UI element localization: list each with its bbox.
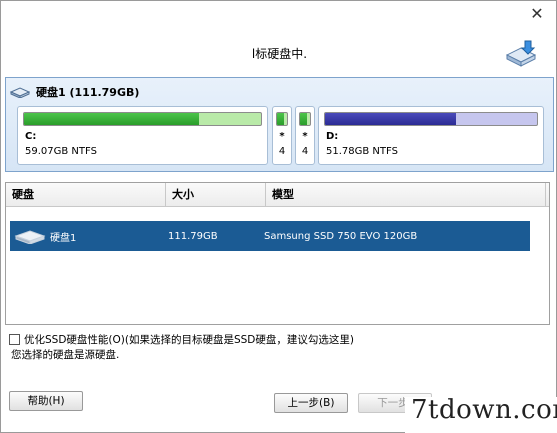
column-header-size[interactable]: 大小 (166, 183, 266, 207)
partition-label: D: (326, 131, 339, 142)
status-text: 您选择的硬盘是源硬盘. (11, 349, 120, 361)
partition-detail: 59.07GB NTFS (25, 146, 97, 157)
partition-usage-bar (299, 112, 311, 126)
disk-panel-title: 硬盘1 (111.79GB) (36, 86, 140, 99)
close-button[interactable]: ✕ (525, 5, 549, 23)
partition-usage-bar (324, 112, 538, 126)
partition-reserved-2[interactable]: * 4 (295, 106, 315, 165)
disk-download-icon (503, 39, 539, 67)
hard-disk-icon (14, 230, 46, 244)
partition-usage-bar (23, 112, 262, 126)
partition-label: * (279, 131, 285, 142)
partition-label: * (302, 131, 308, 142)
watermark: 7tdown.com (405, 395, 557, 433)
watermark-text: 7tdown.com (411, 395, 557, 425)
column-header-model[interactable]: 模型 (266, 183, 546, 207)
partition-label: C: (25, 131, 37, 142)
column-header-disk[interactable]: 硬盘 (6, 183, 166, 207)
hard-disk-icon (10, 87, 30, 98)
disk-panel-header: 硬盘1 (111.79GB) (10, 84, 139, 100)
partition-detail: 4 (301, 146, 309, 157)
partition-c[interactable]: C: 59.07GB NTFS (17, 106, 268, 165)
disk-name-cell: 硬盘1 (50, 232, 77, 244)
disk-map-panel: 硬盘1 (111.79GB) C: 59.07GB NTFS * 4 * 4 D… (5, 77, 554, 172)
ssd-optimize-checkbox[interactable] (9, 334, 20, 345)
partition-d[interactable]: D: 51.78GB NTFS (318, 106, 544, 165)
help-button[interactable]: 帮助(H) (9, 391, 83, 411)
disk-list-header: 硬盘 大小 模型 (6, 183, 549, 207)
ssd-optimize-option[interactable]: 优化SSD硬盘性能(O)(如果选择的目标硬盘是SSD硬盘，建议勾选这里) (9, 332, 354, 347)
back-button[interactable]: 上一步(B) (274, 393, 348, 413)
close-icon: ✕ (530, 4, 544, 23)
disk-model-cell: Samsung SSD 750 EVO 120GB (264, 230, 418, 242)
table-row[interactable]: 硬盘1 111.79GB Samsung SSD 750 EVO 120GB (10, 221, 530, 251)
header-title: l标硬盘中. (251, 47, 308, 61)
partition-detail: 51.78GB NTFS (326, 146, 398, 157)
partition-reserved-1[interactable]: * 4 (272, 106, 292, 165)
disk-list: 硬盘 大小 模型 硬盘1 111.79GB Samsung SSD 750 EV… (5, 182, 550, 325)
dialog-window: ✕ l标硬盘中. 硬盘1 (111.79GB) C: 59.07GB NTFS (0, 0, 557, 433)
partition-detail: 4 (278, 146, 286, 157)
disk-size-cell: 111.79GB (168, 230, 218, 242)
partition-usage-bar (276, 112, 288, 126)
ssd-optimize-label: 优化SSD硬盘性能(O)(如果选择的目标硬盘是SSD硬盘，建议勾选这里) (24, 334, 354, 346)
